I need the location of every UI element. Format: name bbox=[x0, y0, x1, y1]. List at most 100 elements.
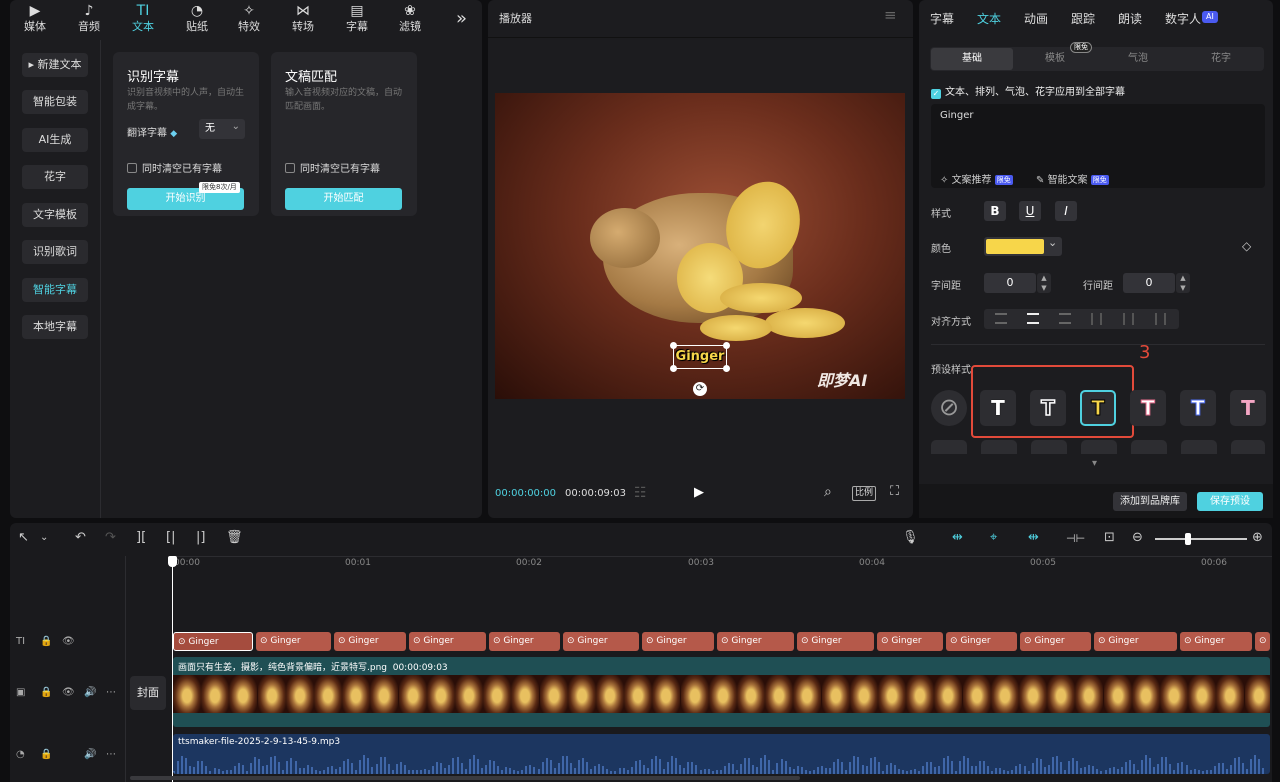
keyframe-diamond-icon[interactable]: ◇ bbox=[1242, 239, 1251, 253]
preset-partial[interactable] bbox=[981, 440, 1017, 454]
more-nav-icon[interactable]: » bbox=[456, 8, 467, 29]
text-clip[interactable]: ⊙ Ginger bbox=[1094, 632, 1177, 651]
nav-effects[interactable]: ✧ 特效 bbox=[226, 2, 272, 36]
text-clip[interactable]: ⊙ Ginger bbox=[1020, 632, 1091, 651]
apply-all-checkbox[interactable]: ✓ 文本、排列、气泡、花字应用到全部字幕 bbox=[931, 83, 1125, 99]
redo-icon[interactable]: ↷ bbox=[105, 530, 116, 545]
add-brand-button[interactable]: 添加到品牌库 bbox=[1113, 492, 1187, 511]
preset-none[interactable]: ⊘ bbox=[931, 390, 967, 426]
tab-digital-human[interactable]: 数字人 bbox=[1165, 10, 1201, 27]
text-clip[interactable]: ⊙ Ginger bbox=[797, 632, 874, 651]
sidebar-fancy-text[interactable]: 花字 bbox=[22, 165, 88, 189]
preset-partial[interactable] bbox=[1081, 440, 1117, 454]
text-clip[interactable]: ⊙ Ginger bbox=[409, 632, 486, 651]
align-bottom-icon[interactable] bbox=[1155, 313, 1166, 325]
speaker-icon[interactable]: 🔊 bbox=[84, 749, 96, 760]
nav-audio[interactable]: ♪ 音频 bbox=[66, 2, 112, 36]
audio-clip[interactable]: ttsmaker-file-2025-2-9-13-45-9.mp3 bbox=[173, 734, 1270, 774]
speaker-icon[interactable]: 🔊 bbox=[84, 687, 96, 698]
subtab-basic[interactable]: 基础 bbox=[931, 48, 1013, 70]
subtab-fancy[interactable]: 花字 bbox=[1180, 48, 1262, 70]
bold-button[interactable]: B bbox=[984, 201, 1006, 221]
color-picker[interactable]: ⌄ bbox=[984, 236, 1062, 256]
align-center-icon[interactable] bbox=[1027, 313, 1039, 324]
text-clip[interactable]: ⊙ bbox=[1255, 632, 1270, 651]
clear-checkbox[interactable]: 同时清空已有字幕 bbox=[127, 160, 222, 175]
expand-arrow-icon[interactable]: ▾ bbox=[1092, 458, 1097, 469]
cursor-dropdown-icon[interactable]: ⌄ bbox=[40, 532, 48, 543]
play-icon[interactable]: ▶ bbox=[694, 485, 704, 500]
text-input[interactable]: Ginger ✧ 文案推荐 限免 ✎ 智能文案 限免 bbox=[931, 104, 1265, 188]
preview-window-icon[interactable]: ⊡ bbox=[1104, 530, 1115, 545]
nav-media[interactable]: ▶ 媒体 bbox=[12, 2, 58, 36]
cover-button[interactable]: 封面 bbox=[130, 676, 166, 710]
timeline-scrollbar[interactable] bbox=[130, 776, 800, 780]
preview-axis-icon[interactable]: ⇹ bbox=[1028, 530, 1039, 545]
resize-handle[interactable] bbox=[670, 342, 677, 349]
nav-filter[interactable]: ❀ 滤镜 bbox=[387, 2, 433, 36]
preset-partial[interactable] bbox=[931, 440, 967, 454]
suggest-button[interactable]: ✧ 文案推荐 限免 bbox=[940, 171, 1013, 186]
underline-button[interactable]: U bbox=[1019, 201, 1041, 221]
text-clip[interactable]: ⊙ Ginger bbox=[256, 632, 331, 651]
nav-transition[interactable]: ⋈ 转场 bbox=[280, 2, 326, 36]
eye-icon[interactable]: 👁 bbox=[62, 636, 75, 647]
lock-icon[interactable]: 🔒 bbox=[40, 636, 52, 647]
preset-white[interactable]: T bbox=[980, 390, 1016, 426]
zoom-slider[interactable] bbox=[1155, 533, 1247, 545]
preset-partial[interactable] bbox=[1181, 440, 1217, 454]
eye-icon[interactable]: 👁 bbox=[62, 687, 75, 698]
tab-tracking[interactable]: 跟踪 bbox=[1071, 10, 1095, 27]
char-spacing-stepper[interactable]: ▲ ▼ bbox=[1037, 273, 1051, 293]
text-clip[interactable]: ⊙ Ginger bbox=[489, 632, 560, 651]
grid-icon[interactable]: ☷ bbox=[634, 485, 647, 501]
ratio-button[interactable]: 比例 bbox=[852, 486, 877, 501]
preset-partial[interactable] bbox=[1031, 440, 1067, 454]
playhead[interactable] bbox=[172, 556, 173, 782]
lock-icon[interactable]: 🔒 bbox=[40, 749, 52, 760]
nav-text[interactable]: TI 文本 bbox=[120, 2, 166, 36]
linkage-icon[interactable]: ⌖ bbox=[990, 530, 997, 545]
resize-handle[interactable] bbox=[723, 342, 730, 349]
lock-icon[interactable]: 🔒 bbox=[40, 687, 52, 698]
preset-pink[interactable]: T bbox=[1230, 390, 1266, 426]
more-icon[interactable]: ⋯ bbox=[106, 749, 116, 760]
start-match-button[interactable]: 开始匹配 bbox=[285, 188, 402, 210]
align-left-icon[interactable] bbox=[995, 313, 1007, 324]
sidebar-ai-gen[interactable]: AI生成 bbox=[22, 128, 88, 152]
trim-left-icon[interactable]: [| bbox=[166, 530, 175, 545]
microphone-icon[interactable]: 🎙 bbox=[902, 530, 919, 545]
save-preset-button[interactable]: 保存预设 bbox=[1197, 492, 1263, 511]
sidebar-local-subtitle[interactable]: 本地字幕 bbox=[22, 315, 88, 339]
align-middle-icon[interactable] bbox=[1123, 313, 1134, 325]
text-clip[interactable]: ⊙ Ginger bbox=[717, 632, 794, 651]
align-split-icon[interactable]: ⊣⊢ bbox=[1066, 532, 1085, 545]
align-top-icon[interactable] bbox=[1091, 313, 1102, 325]
italic-button[interactable]: I bbox=[1055, 201, 1077, 221]
checkbox[interactable] bbox=[285, 163, 295, 173]
zoom-in-icon[interactable]: ⊕ bbox=[1252, 530, 1263, 545]
char-spacing-input[interactable]: 0 bbox=[984, 273, 1036, 293]
resize-handle[interactable] bbox=[670, 365, 677, 372]
sidebar-text-template[interactable]: 文字模板 bbox=[22, 203, 88, 227]
video-clip[interactable]: 画面只有生姜，摄影，纯色背景偏暗，近景特写.png 00:00:09:03 bbox=[173, 657, 1270, 727]
line-spacing-input[interactable]: 0 bbox=[1123, 273, 1175, 293]
select-cursor-icon[interactable]: ↖ bbox=[18, 530, 29, 545]
preset-outline[interactable]: T bbox=[1030, 390, 1066, 426]
tab-animation[interactable]: 动画 bbox=[1024, 10, 1048, 27]
sidebar-new-text[interactable]: ▸ 新建文本 bbox=[22, 53, 88, 77]
text-clip[interactable]: ⊙ Ginger bbox=[946, 632, 1017, 651]
preset-yellow[interactable]: T bbox=[1080, 390, 1116, 426]
preset-partial[interactable] bbox=[1231, 440, 1265, 454]
smart-copy-button[interactable]: ✎ 智能文案 限免 bbox=[1036, 171, 1109, 186]
nav-subtitle[interactable]: ▤ 字幕 bbox=[334, 2, 380, 36]
tab-read[interactable]: 朗读 bbox=[1118, 10, 1142, 27]
playhead-handle[interactable] bbox=[168, 556, 177, 567]
rotate-icon[interactable]: ⟳ bbox=[693, 382, 707, 396]
tab-subtitle[interactable]: 字幕 bbox=[930, 10, 954, 27]
clear-checkbox[interactable]: 同时清空已有字幕 bbox=[285, 160, 380, 175]
sidebar-smart-subtitle[interactable]: 智能字幕 bbox=[22, 278, 88, 302]
text-clip[interactable]: ⊙ Ginger bbox=[1180, 632, 1252, 651]
text-clip[interactable]: ⊙ Ginger bbox=[642, 632, 714, 651]
preset-pink-outline[interactable]: T bbox=[1130, 390, 1166, 426]
